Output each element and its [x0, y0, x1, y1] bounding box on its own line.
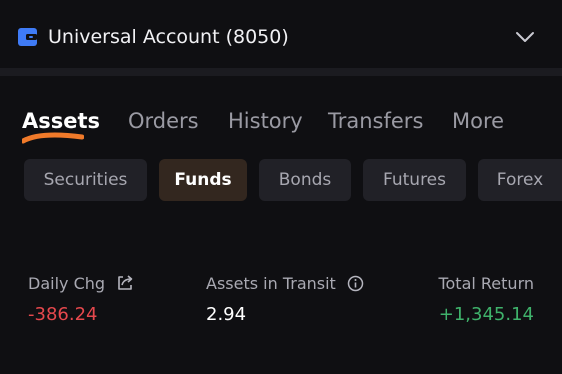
info-icon[interactable]	[347, 275, 364, 292]
total-return-value: +1,345.14	[438, 304, 534, 325]
assets-in-transit-label: Assets in Transit	[206, 273, 364, 295]
share-icon[interactable]	[116, 274, 134, 292]
account-title: Universal Account (8050)	[48, 26, 289, 48]
total-return-label: Total Return	[438, 274, 534, 293]
section-divider	[0, 68, 562, 76]
wallet-icon	[18, 28, 37, 46]
filter-chip-funds[interactable]: Funds	[159, 159, 247, 201]
tab-transfers[interactable]: Transfers	[328, 106, 423, 136]
filter-chip-bonds[interactable]: Bonds	[259, 159, 351, 201]
assets-in-transit-label-text: Assets in Transit	[206, 274, 336, 293]
assets-in-transit-value: 2.94	[206, 304, 247, 325]
account-header[interactable]: Universal Account (8050)	[0, 0, 562, 68]
tab-orders[interactable]: Orders	[128, 106, 199, 136]
filter-chip-securities[interactable]: Securities	[24, 159, 147, 201]
filter-chip-forex[interactable]: Forex	[478, 159, 562, 201]
chevron-down-icon[interactable]	[515, 30, 535, 44]
tab-assets[interactable]: Assets	[22, 106, 100, 136]
daily-chg-label-text: Daily Chg	[28, 274, 106, 293]
daily-chg-label: Daily Chg	[28, 273, 134, 295]
tab-history[interactable]: History	[228, 106, 303, 136]
daily-chg-value: -386.24	[28, 304, 98, 325]
filter-chip-futures[interactable]: Futures	[363, 159, 466, 201]
tab-more[interactable]: More	[452, 106, 504, 136]
